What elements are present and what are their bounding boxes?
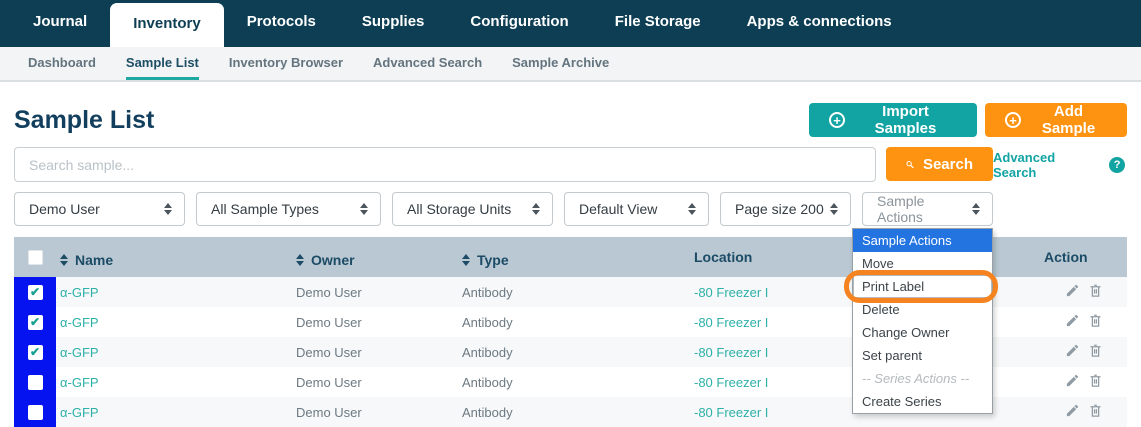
search-input[interactable] [14, 147, 876, 182]
name-column-header: Name [75, 252, 113, 268]
row-checkbox[interactable]: ✔ [28, 345, 43, 360]
select-arrows-icon [532, 203, 540, 215]
sample-owner: Demo User [292, 367, 458, 397]
owner-column-header: Owner [311, 252, 355, 268]
plus-circle-icon: + [1005, 112, 1021, 128]
row-checkbox[interactable]: ✔ [28, 285, 43, 300]
menu-item-move[interactable]: Move [853, 252, 992, 275]
owner-filter-value: Demo User [29, 201, 100, 217]
menu-item-series-actions-separator: -- Series Actions -- [853, 367, 992, 390]
view-filter-value: Default View [579, 201, 657, 217]
add-sample-button[interactable]: + Add Sample [985, 103, 1127, 137]
storage-units-filter-select[interactable]: All Storage Units [392, 192, 553, 226]
edit-icon[interactable] [1065, 403, 1080, 418]
sort-owner-header[interactable]: Owner [296, 252, 355, 268]
sample-owner: Demo User [292, 397, 458, 427]
edit-icon[interactable] [1065, 313, 1080, 328]
sample-name-link[interactable]: α-GFP [56, 337, 292, 367]
page-title: Sample List [14, 106, 154, 135]
sample-type: Antibody [458, 337, 690, 367]
advanced-search-link[interactable]: Advanced Search [993, 150, 1101, 180]
action-column-header: Action [1040, 237, 1127, 277]
row-checkbox[interactable]: ✔ [28, 375, 43, 390]
nav-item-supplies[interactable]: Supplies [339, 0, 448, 47]
add-sample-label: Add Sample [1030, 103, 1107, 137]
subnav-item-dashboard[interactable]: Dashboard [28, 47, 96, 80]
select-arrows-icon [360, 203, 368, 215]
sort-icon [296, 254, 304, 266]
sample-owner: Demo User [292, 337, 458, 367]
top-nav: Journal Inventory Protocols Supplies Con… [0, 0, 1141, 47]
nav-item-configuration[interactable]: Configuration [447, 0, 591, 47]
nav-item-protocols[interactable]: Protocols [224, 0, 339, 47]
select-all-checkbox[interactable]: ✔ [28, 250, 43, 265]
nav-item-journal[interactable]: Journal [10, 0, 110, 47]
edit-icon[interactable] [1065, 373, 1080, 388]
import-samples-button[interactable]: + Import Samples [809, 103, 977, 137]
nav-item-inventory[interactable]: Inventory [110, 3, 224, 47]
nav-item-file-storage[interactable]: File Storage [592, 0, 724, 47]
sample-name-link[interactable]: α-GFP [56, 277, 292, 307]
menu-item-delete[interactable]: Delete [853, 298, 992, 321]
sort-name-header[interactable]: Name [60, 252, 113, 268]
sample-actions-value: Sample Actions [877, 193, 972, 225]
sample-type: Antibody [458, 367, 690, 397]
sub-nav: Dashboard Sample List Inventory Browser … [0, 47, 1141, 82]
subnav-item-advanced-search[interactable]: Advanced Search [373, 47, 482, 80]
page-size-select[interactable]: Page size 200 [720, 192, 851, 226]
plus-circle-icon: + [829, 112, 845, 128]
subnav-item-inventory-browser[interactable]: Inventory Browser [229, 47, 343, 80]
select-arrows-icon [164, 203, 172, 215]
menu-item-set-parent[interactable]: Set parent [853, 344, 992, 367]
sort-icon [60, 254, 68, 266]
sample-types-filter-select[interactable]: All Sample Types [196, 192, 381, 226]
type-column-header: Type [477, 252, 509, 268]
menu-item-sample-actions[interactable]: Sample Actions [853, 229, 992, 252]
sample-owner: Demo User [292, 307, 458, 337]
sample-name-link[interactable]: α-GFP [56, 367, 292, 397]
sort-icon [462, 254, 470, 266]
sample-types-filter-value: All Sample Types [211, 201, 319, 217]
subnav-item-sample-list[interactable]: Sample List [126, 47, 199, 80]
nav-item-apps-connections[interactable]: Apps & connections [724, 0, 915, 47]
sample-type: Antibody [458, 397, 690, 427]
help-icon[interactable]: ? [1109, 157, 1125, 173]
sample-type: Antibody [458, 307, 690, 337]
sample-actions-select[interactable]: Sample Actions [862, 192, 993, 226]
search-button[interactable]: Search [886, 147, 993, 181]
search-button-label: Search [923, 156, 973, 173]
delete-icon[interactable] [1088, 373, 1103, 388]
sample-type: Antibody [458, 277, 690, 307]
edit-icon[interactable] [1065, 343, 1080, 358]
edit-icon[interactable] [1065, 283, 1080, 298]
page-size-value: Page size 200 [735, 201, 824, 217]
sample-name-link[interactable]: α-GFP [56, 397, 292, 427]
sort-type-header[interactable]: Type [462, 252, 509, 268]
select-arrows-icon [972, 203, 980, 215]
row-checkbox[interactable]: ✔ [28, 315, 43, 330]
menu-item-create-series[interactable]: Create Series [853, 390, 992, 413]
delete-icon[interactable] [1088, 403, 1103, 418]
select-arrows-icon [830, 203, 838, 215]
delete-icon[interactable] [1088, 343, 1103, 358]
sample-owner: Demo User [292, 277, 458, 307]
sample-actions-menu: Sample Actions Move Print Label Delete C… [852, 228, 993, 414]
import-samples-label: Import Samples [854, 103, 957, 137]
select-arrows-icon [688, 203, 696, 215]
owner-filter-select[interactable]: Demo User [14, 192, 185, 226]
delete-icon[interactable] [1088, 313, 1103, 328]
search-icon [906, 157, 914, 172]
sample-name-link[interactable]: α-GFP [56, 307, 292, 337]
view-filter-select[interactable]: Default View [564, 192, 709, 226]
menu-item-change-owner[interactable]: Change Owner [853, 321, 992, 344]
row-checkbox[interactable]: ✔ [28, 405, 43, 420]
subnav-item-sample-archive[interactable]: Sample Archive [512, 47, 609, 80]
storage-units-filter-value: All Storage Units [407, 201, 511, 217]
menu-item-print-label[interactable]: Print Label [853, 275, 992, 298]
delete-icon[interactable] [1088, 283, 1103, 298]
